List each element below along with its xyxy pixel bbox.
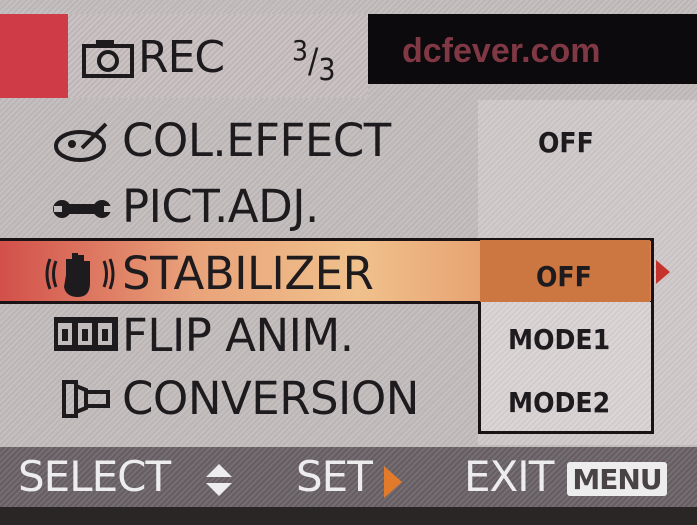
page-total: 3 — [318, 53, 336, 89]
menu-item-value: OFF — [538, 126, 594, 159]
page-indicator: 3/3 — [292, 34, 336, 88]
menu-item-label: STABILIZER — [122, 247, 374, 300]
wrench-icon — [53, 200, 112, 218]
play-arrow-icon — [384, 466, 402, 498]
footer-bottom-edge — [0, 507, 697, 525]
flip-anim-icon — [54, 317, 118, 351]
menu-item-label: PICT.ADJ. — [122, 180, 319, 233]
menu-item-col-effect[interactable]: COL.EFFECT OFF — [0, 110, 697, 170]
menu-item-pict-adj[interactable]: PICT.ADJ. — [0, 176, 697, 236]
up-down-arrow-icon — [206, 464, 232, 496]
menu-button-label: MENU — [572, 463, 662, 496]
camera-icon — [82, 40, 134, 78]
menu-item-flip-anim[interactable]: FLIP ANIM. MODE1 — [0, 305, 697, 365]
select-hint: SELECT — [18, 452, 171, 501]
menu-item-value: OFF — [536, 260, 592, 293]
page-current: 3 — [292, 34, 309, 67]
hand-shake-icon — [45, 253, 115, 297]
color-effect-icon — [54, 122, 108, 162]
header: REC 3/3 dcfever.com — [0, 0, 697, 103]
set-hint: SET — [296, 452, 373, 501]
conversion-lens-icon — [62, 380, 110, 418]
watermark: dcfever.com — [402, 32, 601, 70]
exit-hint: EXIT — [464, 452, 554, 501]
menu-item-label: COL.EFFECT — [122, 114, 391, 167]
menu-item-conversion[interactable]: CONVERSION MODE2 — [0, 368, 697, 428]
menu-item-stabilizer[interactable]: STABILIZER OFF — [0, 241, 697, 301]
dropdown-option-mode1[interactable]: MODE1 — [508, 323, 610, 356]
dropdown-option-mode2[interactable]: MODE2 — [508, 386, 610, 419]
menu-item-label: CONVERSION — [122, 372, 419, 425]
menu-button[interactable]: MENU — [567, 462, 667, 496]
menu-item-label: FLIP ANIM. — [122, 309, 354, 362]
header-accent — [0, 14, 68, 98]
page-slash: / — [308, 41, 319, 82]
mode-label: REC — [138, 32, 225, 83]
